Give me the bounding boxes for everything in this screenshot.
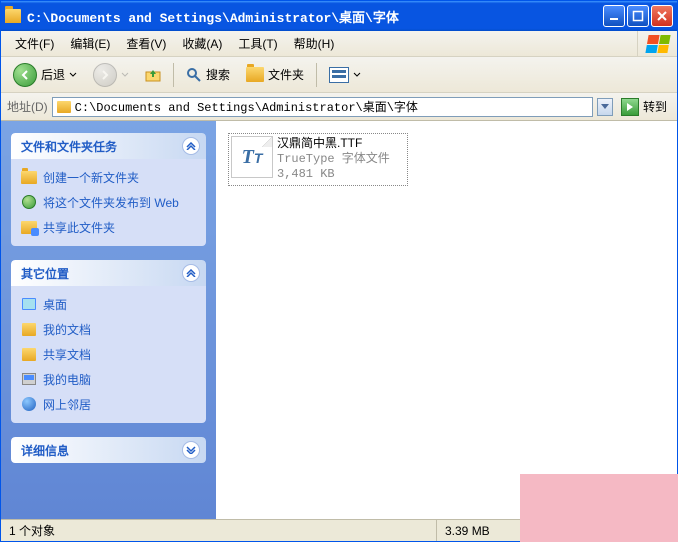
back-button[interactable]: 后退 bbox=[7, 59, 83, 91]
address-bar: 地址(D) 转到 bbox=[1, 93, 677, 121]
tasks-panel: 文件和文件夹任务 创建一个新文件夹 将这个文件夹发布到 Web bbox=[11, 133, 206, 246]
task-new-folder[interactable]: 创建一个新文件夹 bbox=[21, 169, 196, 186]
go-label: 转到 bbox=[643, 98, 667, 115]
task-label: 将这个文件夹发布到 Web bbox=[43, 194, 179, 211]
views-icon bbox=[329, 67, 349, 83]
documents-icon bbox=[22, 323, 36, 336]
font-file-icon: TT bbox=[231, 136, 273, 178]
collapse-icon bbox=[182, 264, 200, 282]
menu-help[interactable]: 帮助(H) bbox=[286, 32, 343, 55]
task-label: 创建一个新文件夹 bbox=[43, 169, 139, 186]
place-label: 桌面 bbox=[43, 296, 67, 313]
address-dropdown-button[interactable] bbox=[597, 98, 613, 116]
menu-view[interactable]: 查看(V) bbox=[118, 32, 174, 55]
details-panel: 详细信息 bbox=[11, 437, 206, 463]
up-folder-icon bbox=[145, 67, 161, 83]
place-network-places[interactable]: 网上邻居 bbox=[21, 396, 196, 413]
back-icon bbox=[13, 63, 37, 87]
task-share-folder[interactable]: 共享此文件夹 bbox=[21, 219, 196, 236]
place-label: 我的电脑 bbox=[43, 371, 91, 388]
menu-edit[interactable]: 编辑(E) bbox=[62, 32, 118, 55]
task-publish-web[interactable]: 将这个文件夹发布到 Web bbox=[21, 194, 196, 211]
computer-icon bbox=[22, 373, 36, 385]
status-object-count: 1 个对象 bbox=[1, 520, 437, 541]
address-input[interactable] bbox=[75, 100, 588, 114]
go-icon bbox=[621, 98, 639, 116]
place-my-computer[interactable]: 我的电脑 bbox=[21, 371, 196, 388]
places-panel-title: 其它位置 bbox=[21, 265, 69, 282]
task-label: 共享此文件夹 bbox=[43, 219, 115, 236]
menu-favorites[interactable]: 收藏(A) bbox=[174, 32, 230, 55]
share-folder-icon bbox=[21, 221, 37, 234]
folders-button[interactable]: 文件夹 bbox=[240, 62, 310, 87]
network-icon bbox=[22, 397, 36, 411]
folder-icon bbox=[5, 9, 21, 23]
expand-icon bbox=[182, 441, 200, 459]
collapse-icon bbox=[182, 137, 200, 155]
search-label: 搜索 bbox=[206, 66, 230, 83]
globe-icon bbox=[22, 195, 36, 209]
place-label: 共享文档 bbox=[43, 346, 91, 363]
file-list-area[interactable]: TT 汉鼎简中黑.TTF TrueType 字体文件 3,481 KB bbox=[216, 121, 677, 519]
address-label: 地址(D) bbox=[7, 98, 48, 115]
place-my-documents[interactable]: 我的文档 bbox=[21, 321, 196, 338]
window-title: C:\Documents and Settings\Administrator\… bbox=[27, 7, 603, 26]
overlay-block bbox=[520, 474, 678, 542]
forward-button[interactable] bbox=[87, 59, 135, 91]
tasks-panel-header[interactable]: 文件和文件夹任务 bbox=[11, 133, 206, 159]
minimize-button[interactable] bbox=[603, 5, 625, 27]
place-label: 网上邻居 bbox=[43, 396, 91, 413]
shared-documents-icon bbox=[22, 348, 36, 361]
tasks-panel-title: 文件和文件夹任务 bbox=[21, 138, 117, 155]
search-button[interactable]: 搜索 bbox=[180, 62, 236, 87]
title-bar: C:\Documents and Settings\Administrator\… bbox=[1, 1, 677, 31]
chevron-down-icon bbox=[353, 71, 361, 79]
file-item[interactable]: TT 汉鼎简中黑.TTF TrueType 字体文件 3,481 KB bbox=[228, 133, 408, 186]
file-size: 3,481 KB bbox=[277, 167, 390, 183]
go-button[interactable]: 转到 bbox=[617, 96, 671, 118]
new-folder-icon bbox=[21, 171, 37, 184]
up-button[interactable] bbox=[139, 63, 167, 87]
place-desktop[interactable]: 桌面 bbox=[21, 296, 196, 313]
windows-logo-icon bbox=[637, 31, 677, 56]
desktop-icon bbox=[22, 298, 36, 310]
places-panel: 其它位置 桌面 我的文档 共享文档 bbox=[11, 260, 206, 423]
tasks-sidebar: 文件和文件夹任务 创建一个新文件夹 将这个文件夹发布到 Web bbox=[1, 121, 216, 519]
chevron-down-icon bbox=[121, 71, 129, 79]
folders-label: 文件夹 bbox=[268, 66, 304, 83]
toolbar: 后退 搜索 文件夹 bbox=[1, 57, 677, 93]
place-shared-documents[interactable]: 共享文档 bbox=[21, 346, 196, 363]
search-icon bbox=[186, 67, 202, 83]
folder-icon bbox=[57, 101, 71, 113]
back-label: 后退 bbox=[41, 66, 65, 83]
menu-tools[interactable]: 工具(T) bbox=[230, 32, 285, 55]
folders-icon bbox=[246, 67, 264, 82]
views-button[interactable] bbox=[323, 63, 367, 87]
chevron-down-icon bbox=[69, 71, 77, 79]
menu-file[interactable]: 文件(F) bbox=[7, 32, 62, 55]
place-label: 我的文档 bbox=[43, 321, 91, 338]
close-button[interactable] bbox=[651, 5, 673, 27]
maximize-button[interactable] bbox=[627, 5, 649, 27]
file-type: TrueType 字体文件 bbox=[277, 152, 390, 168]
file-name: 汉鼎简中黑.TTF bbox=[277, 136, 390, 152]
menu-bar: 文件(F) 编辑(E) 查看(V) 收藏(A) 工具(T) 帮助(H) bbox=[1, 31, 677, 57]
forward-icon bbox=[93, 63, 117, 87]
details-panel-title: 详细信息 bbox=[21, 442, 69, 459]
address-field[interactable] bbox=[52, 97, 593, 117]
places-panel-header[interactable]: 其它位置 bbox=[11, 260, 206, 286]
details-panel-header[interactable]: 详细信息 bbox=[11, 437, 206, 463]
